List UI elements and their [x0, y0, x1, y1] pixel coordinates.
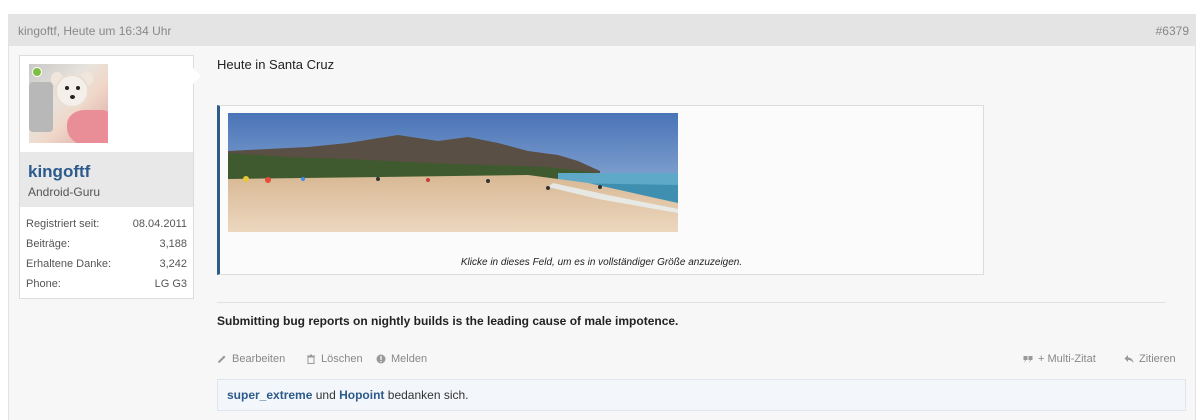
avatar-pink-shape	[67, 110, 108, 143]
pencil-icon	[218, 355, 226, 363]
liker-link[interactable]: super_extreme	[227, 388, 312, 402]
stat-row: Erhaltene Danke: 3,242	[20, 256, 193, 276]
multiquote-label: + Multi-Zitat	[1038, 353, 1096, 365]
post-author-time: kingoftf, Heute um 16:34 Uhr	[18, 24, 172, 38]
avatar-dog-eye	[65, 86, 69, 90]
avatar-background-shape	[29, 82, 53, 132]
delete-label: Löschen	[321, 353, 363, 365]
user-stats: Registriert seit: 08.04.2011 Beiträge: 3…	[20, 216, 193, 296]
likes-connector: und	[315, 388, 336, 402]
stat-label: Erhaltene Danke:	[26, 258, 111, 270]
likes-summary: super_extreme und Hopoint bedanken sich.	[217, 379, 1186, 411]
username-link[interactable]: kingoftf	[28, 162, 90, 182]
stat-value: 3,188	[159, 238, 187, 250]
reply-arrow-icon	[1124, 355, 1134, 363]
post-actions: Bearbeiten Löschen Melden + Multi-Zitat …	[217, 353, 1180, 369]
liker-link[interactable]: Hopoint	[339, 388, 384, 402]
stat-row: Registriert seit: 08.04.2011	[20, 216, 193, 236]
multiquote-button[interactable]: + Multi-Zitat	[1023, 353, 1096, 365]
quote-label: Zitieren	[1139, 353, 1176, 365]
likes-suffix: bedanken sich.	[387, 388, 469, 402]
likes-text: super_extreme und Hopoint bedanken sich.	[227, 388, 469, 402]
report-button[interactable]: Melden	[376, 353, 427, 365]
stat-value: 3,242	[159, 258, 187, 270]
userbox-arrow	[193, 68, 201, 84]
quote-icon	[1023, 356, 1033, 363]
post-message-text: Heute in Santa Cruz	[217, 57, 335, 72]
avatar-dog-eye	[76, 86, 80, 90]
user-signature: Submitting bug reports on nightly builds…	[217, 314, 679, 328]
exclamation-icon	[376, 354, 386, 364]
edit-button[interactable]: Bearbeiten	[217, 353, 285, 365]
signature-separator	[217, 302, 1166, 303]
attachment-caption: Klicke in dieses Feld, um es in vollstän…	[460, 257, 743, 268]
forum-post: kingoftf, Heute um 16:34 Uhr #6379 kingo…	[8, 14, 1196, 420]
stat-label: Beiträge:	[26, 238, 71, 250]
stat-row: Phone: LG G3	[20, 276, 193, 296]
avatar-dog-head	[57, 76, 87, 106]
image-attachment[interactable]: Klicke in dieses Feld, um es in vollstän…	[217, 105, 984, 275]
user-title: Android-Guru	[28, 185, 101, 199]
quote-button[interactable]: Zitieren	[1124, 353, 1176, 365]
avatar-dog-nose	[70, 95, 75, 99]
post-header: kingoftf, Heute um 16:34 Uhr #6379	[9, 15, 1195, 46]
avatar[interactable]	[29, 64, 108, 143]
stat-label: Registriert seit:	[26, 218, 100, 230]
user-name-block: kingoftf Android-Guru	[20, 152, 193, 207]
stat-row: Beiträge: 3,188	[20, 236, 193, 256]
online-status-icon	[32, 67, 42, 77]
user-info-panel: kingoftf Android-Guru Registriert seit: …	[19, 55, 201, 299]
report-label: Melden	[391, 353, 428, 365]
stat-value: 08.04.2011	[132, 218, 187, 230]
panorama-image[interactable]	[228, 113, 678, 232]
trash-icon	[307, 354, 315, 364]
edit-label: Bearbeiten	[232, 353, 286, 365]
beach-panorama-graphic	[228, 113, 678, 232]
stat-label: Phone:	[26, 278, 61, 290]
post-permalink[interactable]: #6379	[1156, 24, 1189, 38]
delete-button[interactable]: Löschen	[306, 353, 363, 365]
stat-value: LG G3	[154, 278, 187, 290]
